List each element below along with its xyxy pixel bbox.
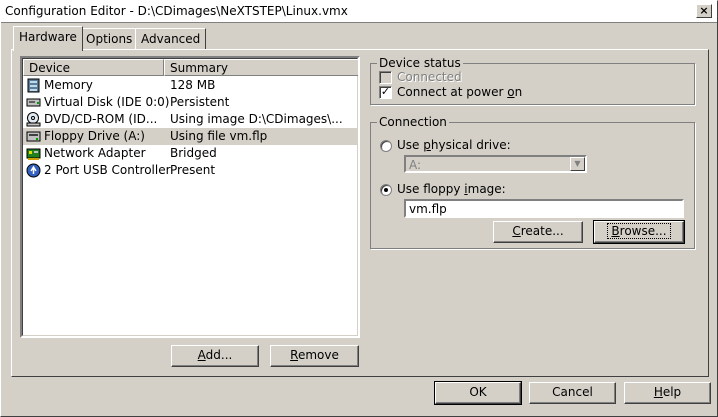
help-button-mnemonic: H: [653, 385, 663, 399]
cancel-button[interactable]: Cancel: [529, 382, 616, 404]
configuration-editor-window: Configuration Editor - D:\CDimages\NeXTS…: [0, 0, 718, 417]
ok-button[interactable]: OK: [434, 381, 522, 405]
tab-options[interactable]: Options: [80, 28, 139, 50]
help-button[interactable]: Help: [624, 382, 711, 404]
tab-hardware[interactable]: Hardware: [13, 26, 83, 51]
tab-advanced[interactable]: Advanced: [135, 28, 207, 50]
window-title: Configuration Editor - D:\CDimages\NeXTS…: [5, 4, 348, 18]
hardware-tab-panel: [11, 49, 709, 377]
help-button-label: elp: [662, 385, 682, 399]
title-bar: Configuration Editor - D:\CDimages\NeXTS…: [1, 1, 717, 23]
close-button[interactable]: ×: [696, 4, 712, 18]
